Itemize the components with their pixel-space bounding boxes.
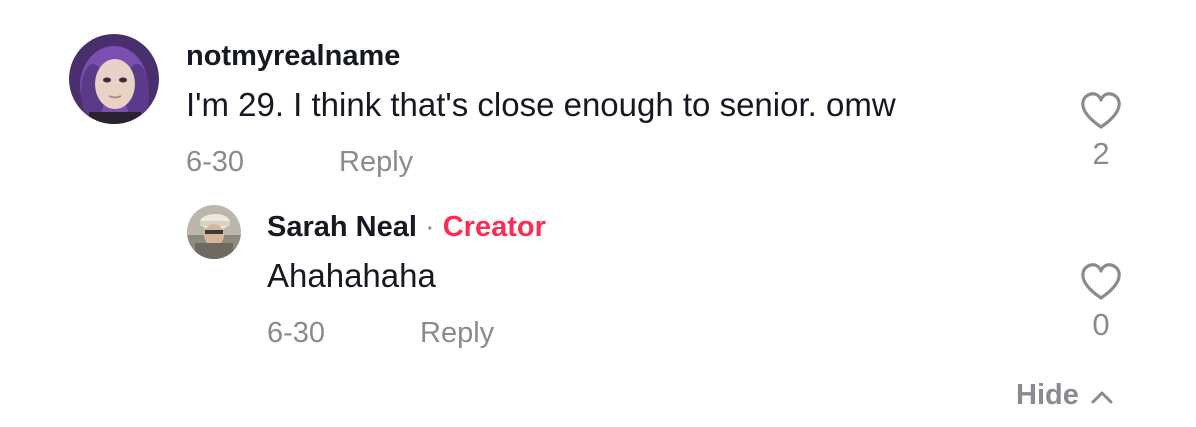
comment-like-count: 2 bbox=[1092, 136, 1110, 171]
hide-replies-button[interactable]: Hide bbox=[1016, 379, 1113, 412]
comment-like-button[interactable]: 2 bbox=[1066, 92, 1136, 172]
reply-reply-button[interactable]: Reply bbox=[420, 317, 494, 350]
reply-like-button[interactable]: 0 bbox=[1066, 263, 1136, 343]
reply-avatar[interactable] bbox=[187, 205, 241, 259]
reply-username[interactable]: Sarah Neal bbox=[267, 211, 417, 243]
comment-date: 6-30 bbox=[186, 146, 245, 178]
separator-dot: · bbox=[424, 211, 435, 243]
comment-text: I'm 29. I think that's close enough to s… bbox=[186, 86, 896, 123]
reply-username-line: Sarah Neal · Creator bbox=[267, 211, 546, 244]
reply-text: Ahahahaha bbox=[267, 257, 436, 294]
commenter-avatar[interactable] bbox=[69, 34, 159, 124]
heart-outline-icon bbox=[1080, 92, 1122, 130]
comment-username[interactable]: notmyrealname bbox=[186, 40, 400, 73]
reply-like-count: 0 bbox=[1092, 307, 1110, 342]
creator-badge: Creator bbox=[442, 211, 546, 243]
reply-date: 6-30 bbox=[267, 317, 326, 349]
hide-label: Hide bbox=[1016, 379, 1079, 411]
comment-reply-button[interactable]: Reply bbox=[339, 146, 413, 179]
chevron-up-icon bbox=[1091, 379, 1113, 412]
heart-outline-icon bbox=[1080, 263, 1122, 301]
